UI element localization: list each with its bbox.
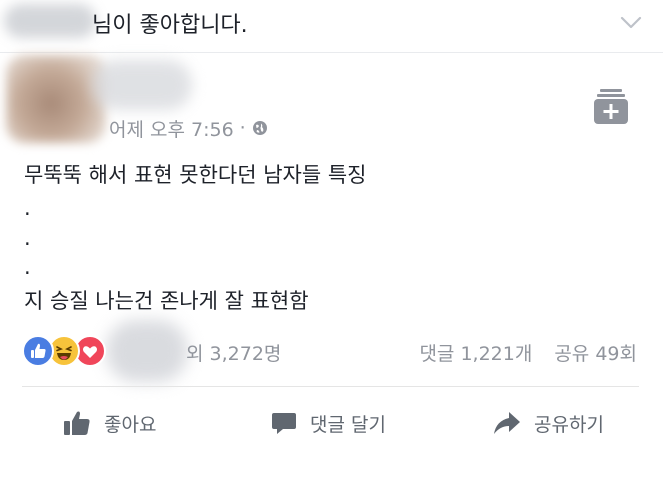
post-text-line: .	[24, 196, 31, 220]
blurred-author-name[interactable]	[92, 60, 192, 110]
post-text-line: 지 승질 나는건 존나게 잘 표현함	[24, 289, 309, 313]
post-timestamp[interactable]: 어제 오후 7:56	[109, 115, 234, 142]
comment-button[interactable]: 댓글 달기	[270, 400, 386, 446]
reaction-summary[interactable]	[22, 335, 112, 367]
comment-bubble-icon	[272, 413, 296, 434]
blurred-reactor-name	[106, 320, 188, 382]
share-count[interactable]: 공유 49회	[554, 343, 637, 365]
globe-icon	[252, 121, 267, 135]
comment-count[interactable]: 댓글 1,221개	[419, 343, 532, 365]
post-text-line: .	[24, 226, 31, 250]
post-meta: 어제 오후 7:56 ·	[109, 115, 268, 142]
engagement-counts: 댓글 1,221개 공유 49회	[419, 339, 637, 366]
like-reaction-icon	[22, 335, 54, 367]
save-icon[interactable]	[594, 88, 628, 126]
liked-by-notice[interactable]: 님이 좋아합니다.	[0, 0, 663, 50]
post-text-line: .	[24, 255, 31, 279]
like-label: 좋아요	[104, 413, 157, 436]
chevron-down-icon[interactable]	[617, 8, 645, 36]
blurred-name	[4, 4, 96, 38]
meta-separator: ·	[239, 117, 246, 139]
like-button[interactable]: 좋아요	[62, 400, 156, 446]
comment-label: 댓글 달기	[310, 413, 386, 436]
divider	[0, 52, 663, 53]
share-label: 공유하기	[534, 413, 604, 436]
share-button[interactable]: 공유하기	[492, 400, 604, 446]
liked-by-text: 님이 좋아합니다.	[92, 13, 248, 38]
reaction-count[interactable]: 외 3,272명	[186, 339, 281, 366]
share-arrow-icon	[494, 412, 520, 434]
post-text-line: 무뚝뚝 해서 표현 못한다던 남자들 특징	[24, 163, 367, 187]
avatar[interactable]	[6, 55, 106, 143]
divider	[22, 386, 639, 387]
post-actions: 좋아요 댓글 달기 공유하기	[0, 400, 663, 446]
thumbs-up-icon	[64, 411, 90, 435]
